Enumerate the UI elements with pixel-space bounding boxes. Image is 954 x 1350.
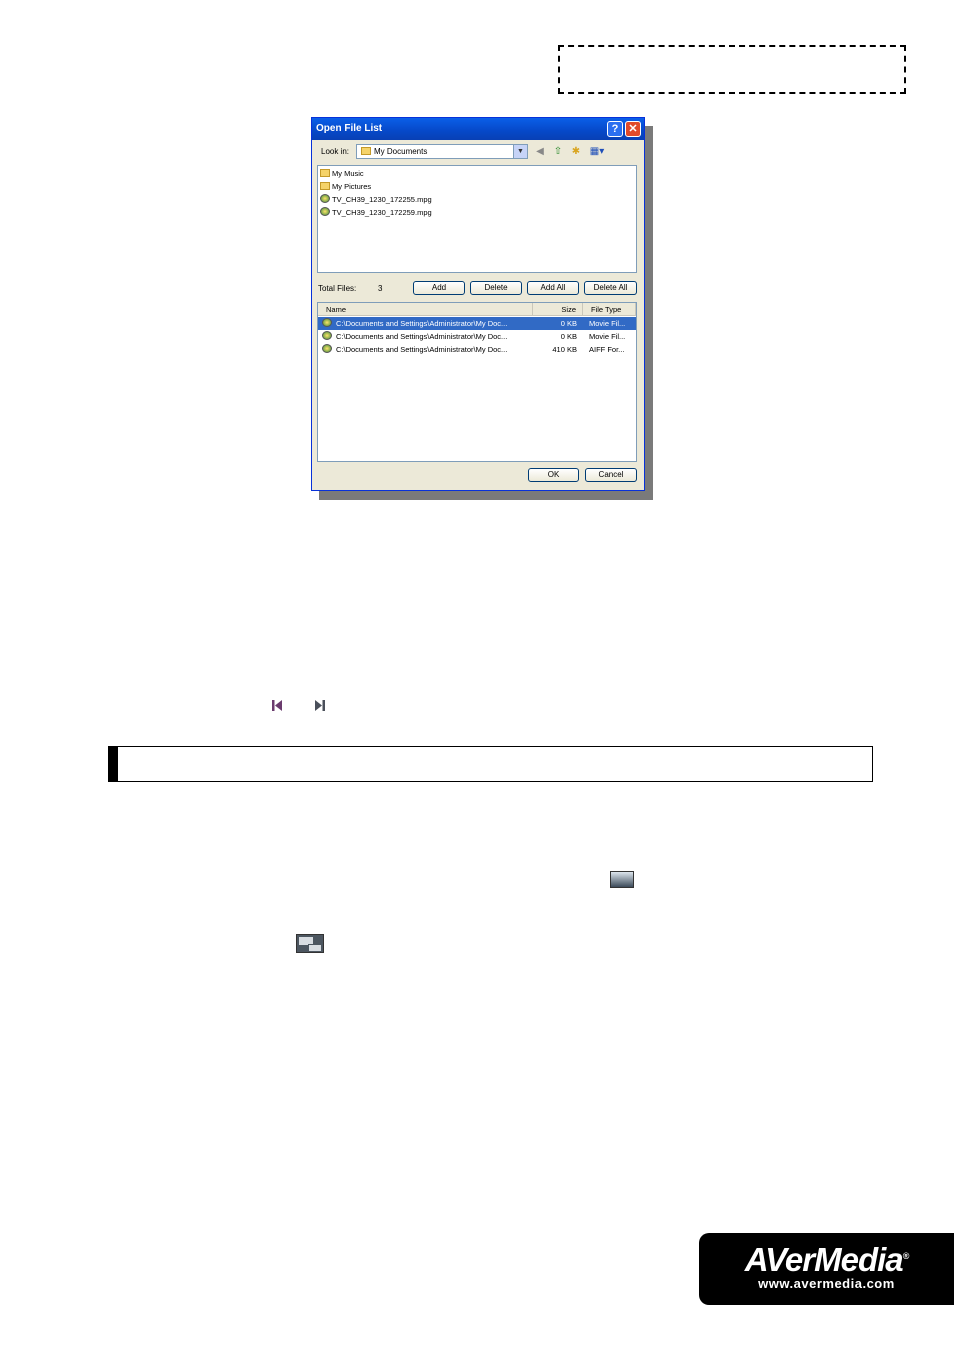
media-file-icon (322, 317, 334, 330)
media-file-icon (320, 194, 330, 203)
new-folder-icon[interactable]: ✱ (570, 146, 582, 158)
chevron-down-icon[interactable]: ▼ (513, 145, 527, 158)
open-file-list-dialog: Open File List ? ✕ Look in: My Documents… (311, 117, 645, 491)
folder-file-list[interactable]: My Music My Pictures TV_CH39_1230_172255… (317, 165, 637, 273)
logo-url: www.avermedia.com (758, 1276, 895, 1291)
picture-in-picture-icon (296, 934, 324, 953)
next-track-icon (315, 700, 325, 711)
total-files-value: 3 (378, 284, 383, 293)
logo-registered-mark: ® (902, 1251, 910, 1261)
ok-button[interactable]: OK (528, 468, 579, 482)
row-type: Movie Fil... (589, 319, 626, 328)
column-header-type[interactable]: File Type (583, 303, 636, 316)
media-file-icon (320, 207, 330, 216)
delete-all-button[interactable]: Delete All (584, 281, 637, 295)
dialog-titlebar[interactable]: Open File List ? ✕ (312, 118, 644, 140)
look-in-dropdown[interactable]: My Documents ▼ (356, 144, 528, 159)
table-row[interactable]: C:\Documents and Settings\Administrator\… (318, 343, 636, 356)
note-box (558, 45, 906, 94)
logo-brand: AVerMedia (744, 1241, 904, 1278)
back-icon[interactable]: ◀ (534, 146, 546, 158)
column-header-name[interactable]: Name (318, 303, 533, 316)
row-size: 0 KB (560, 319, 577, 328)
list-item[interactable]: TV_CH39_1230_172255.mpg (320, 194, 432, 206)
add-button[interactable]: Add (413, 281, 465, 295)
section-heading-bar (109, 747, 118, 781)
avermedia-logo: AVerMedia® www.avermedia.com (699, 1233, 954, 1305)
file-name: TV_CH39_1230_172255.mpg (332, 195, 432, 204)
documents-folder-icon (361, 147, 371, 155)
total-files-label: Total Files: (318, 284, 357, 293)
row-size: 410 KB (552, 345, 577, 354)
media-file-icon (322, 343, 334, 356)
look-in-label: Look in: (321, 147, 350, 156)
file-name: My Music (332, 169, 364, 178)
row-type: Movie Fil... (589, 332, 626, 341)
selected-files-table[interactable]: Name Size File Type C:\Documents and Set… (317, 302, 637, 462)
folder-icon (320, 182, 330, 190)
media-file-icon (322, 330, 334, 343)
add-all-button[interactable]: Add All (527, 281, 579, 295)
section-heading-box (108, 746, 873, 782)
file-name: My Pictures (332, 182, 372, 191)
view-menu-icon[interactable]: ▦▾ (588, 146, 606, 158)
list-item[interactable]: My Music (320, 168, 364, 180)
row-name: C:\Documents and Settings\Administrator\… (336, 332, 508, 341)
full-screen-icon (610, 871, 634, 888)
list-item[interactable]: TV_CH39_1230_172259.mpg (320, 207, 432, 219)
row-name: C:\Documents and Settings\Administrator\… (336, 345, 508, 354)
row-name: C:\Documents and Settings\Administrator\… (336, 319, 508, 328)
row-type: AIFF For... (589, 345, 625, 354)
close-button[interactable]: ✕ (625, 121, 641, 137)
help-button[interactable]: ? (607, 121, 623, 137)
table-row[interactable]: C:\Documents and Settings\Administrator\… (318, 317, 636, 330)
dialog-title: Open File List (316, 123, 383, 134)
look-in-value: My Documents (374, 147, 428, 156)
cancel-button[interactable]: Cancel (585, 468, 637, 482)
list-item[interactable]: My Pictures (320, 181, 371, 193)
file-name: TV_CH39_1230_172259.mpg (332, 208, 432, 217)
delete-button[interactable]: Delete (470, 281, 522, 295)
column-header-size[interactable]: Size (533, 303, 583, 316)
up-folder-icon[interactable]: ⇧ (552, 146, 564, 158)
table-row[interactable]: C:\Documents and Settings\Administrator\… (318, 330, 636, 343)
previous-track-icon (272, 700, 282, 711)
row-size: 0 KB (560, 332, 577, 341)
folder-icon (320, 169, 330, 177)
